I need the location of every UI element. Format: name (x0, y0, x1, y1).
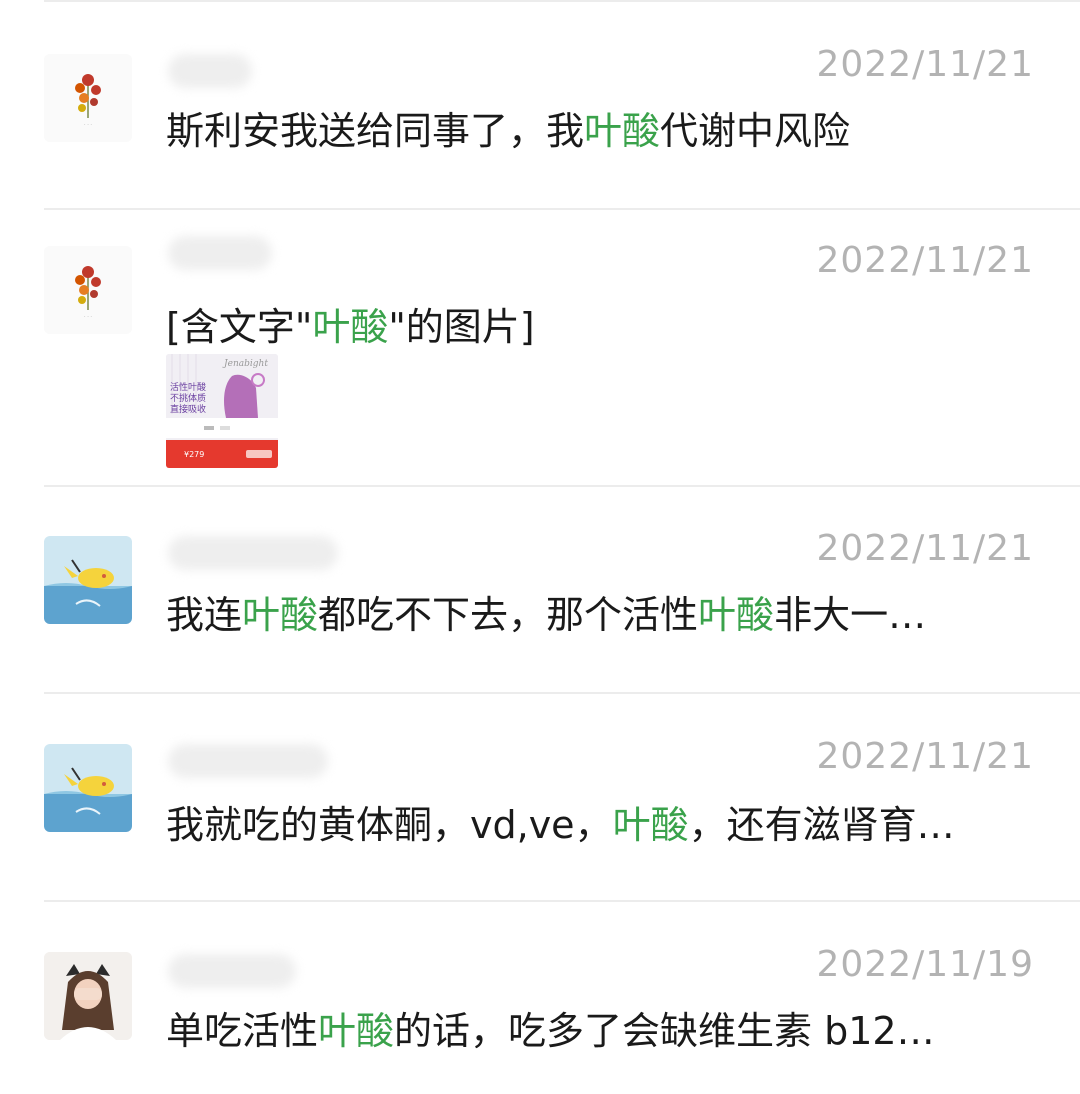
search-result-item[interactable]: 2022/11/19 单吃活性叶酸的话，吃多了会缺维生素 b12… (0, 0, 1080, 1094)
girl-avatar[interactable] (44, 952, 132, 1040)
message-text: 单吃活性叶酸的话，吃多了会缺维生素 b12… (166, 1000, 1040, 1055)
message-date: 2022/11/19 (816, 944, 1034, 985)
message-segment: 单吃活性 (166, 1009, 319, 1053)
contact-name-blurred (168, 954, 296, 988)
chat-search-results: · · · 2022/11/21 斯利安我送给同事了，我叶酸代谢中风险 · · … (0, 0, 1080, 1094)
message-segment: 的话，吃多了会缺维生素 b12… (394, 1009, 935, 1053)
search-keyword: 叶酸 (318, 1009, 395, 1053)
